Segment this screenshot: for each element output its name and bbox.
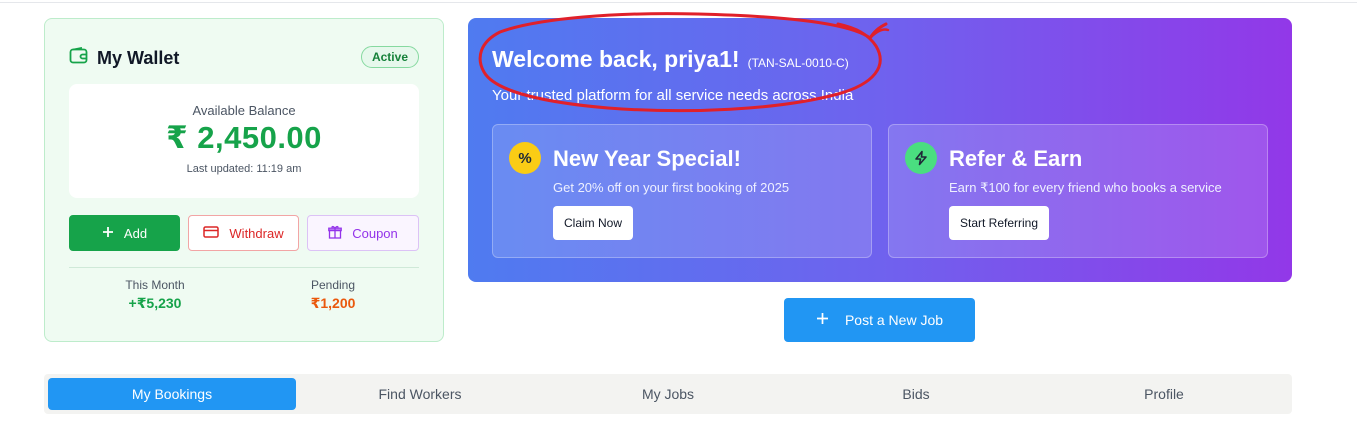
status-badge: Active [360, 46, 419, 68]
promo-card-new-year: % New Year Special! Get 20% off on your … [492, 124, 872, 258]
welcome-subtitle: Your trusted platform for all service ne… [492, 87, 854, 104]
tab-find-workers[interactable]: Find Workers [296, 378, 544, 410]
stat-this-month: This Month +₹5,230 [99, 278, 211, 312]
welcome-banner: Welcome back, priya1! (TAN-SAL-0010-C) Y… [468, 18, 1292, 282]
tab-profile[interactable]: Profile [1040, 378, 1288, 410]
stat-value: ₹1,200 [310, 295, 356, 311]
coupon-label: Coupon [352, 225, 398, 241]
last-updated-text: Last updated: 11:19 am [186, 163, 302, 175]
promo-card-refer: Refer & Earn Earn ₹100 for every friend … [888, 124, 1268, 258]
post-job-label: Post a New Job [844, 312, 944, 328]
wallet-icon [69, 47, 89, 70]
stat-label: Pending [310, 278, 356, 292]
add-funds-button[interactable]: Add [69, 215, 180, 251]
post-new-job-button[interactable]: Post a New Job [784, 298, 975, 342]
gift-icon [328, 225, 343, 242]
stat-value: +₹5,230 [128, 295, 182, 311]
tab-my-bookings[interactable]: My Bookings [48, 378, 296, 410]
wallet-actions: Add Withdraw Coupon [69, 215, 419, 251]
coupon-button[interactable]: Coupon [307, 215, 419, 251]
promo-title: New Year Special! [553, 146, 741, 171]
top-divider [0, 0, 1357, 3]
wallet-title: My Wallet [97, 48, 180, 68]
tab-my-jobs[interactable]: My Jobs [544, 378, 792, 410]
percent-icon: % [509, 142, 541, 174]
claim-now-button[interactable]: Claim Now [553, 206, 634, 240]
add-label: Add [123, 225, 148, 241]
promo-description: Earn ₹100 for every friend who books a s… [949, 180, 1222, 195]
promo-title: Refer & Earn [949, 146, 1083, 171]
tab-bids[interactable]: Bids [792, 378, 1040, 410]
welcome-heading: Welcome back, priya1! (TAN-SAL-0010-C) [492, 46, 849, 73]
balance-panel: Available Balance ₹ 2,450.00 Last update… [69, 84, 419, 198]
plus-icon [102, 226, 114, 241]
stat-label: This Month [125, 278, 185, 292]
stat-pending: Pending ₹1,200 [277, 278, 389, 312]
withdraw-button[interactable]: Withdraw [188, 215, 299, 251]
welcome-text: Welcome back, priya1! [492, 46, 740, 72]
user-code: (TAN-SAL-0010-C) [747, 56, 849, 70]
promo-description: Get 20% off on your first booking of 202… [553, 180, 790, 195]
balance-amount: ₹ 2,450.00 [166, 120, 322, 155]
plus-icon [816, 312, 829, 328]
wallet-card: My Wallet Active Available Balance ₹ 2,4… [44, 18, 444, 342]
tab-bar: My Bookings Find Workers My Jobs Bids Pr… [44, 374, 1292, 414]
wallet-header: My Wallet [69, 47, 179, 70]
credit-card-icon [203, 225, 220, 241]
balance-label: Available Balance [192, 103, 296, 118]
start-referring-button[interactable]: Start Referring [949, 206, 1050, 240]
withdraw-label: Withdraw [229, 225, 284, 241]
wallet-divider [69, 267, 419, 268]
lightning-icon [905, 142, 937, 174]
